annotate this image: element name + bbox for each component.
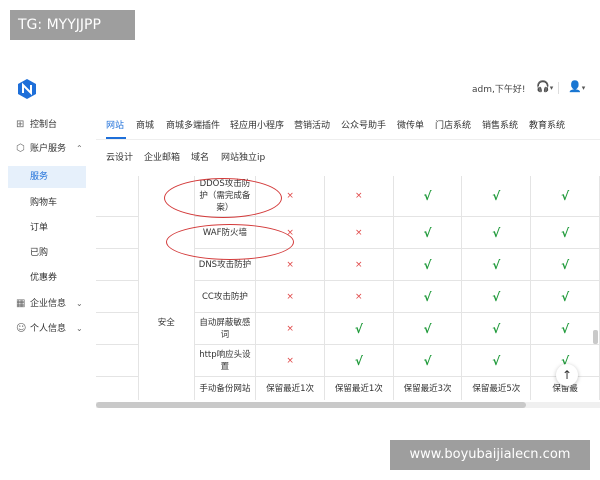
check-mark: √ bbox=[530, 248, 600, 281]
main-content: 网站 商城 商城多端插件 轻应用小程序 营销活动 公众号助手 微传单 门店系统 … bbox=[96, 110, 600, 410]
check-mark: √ bbox=[323, 344, 394, 377]
sidebar: ⊞ 控制台 ⬡ 账户服务 ⌃ 服务 购物车 订单 已购 优惠券 ▦ 企业信息 ⌄… bbox=[0, 114, 95, 410]
sidebar-subitem-cart[interactable]: 购物车 bbox=[8, 192, 86, 214]
user-icon[interactable]: 👤▾ bbox=[568, 80, 585, 93]
check-mark: √ bbox=[392, 344, 463, 377]
blank-cell bbox=[96, 376, 139, 400]
horizontal-scroll-thumb[interactable] bbox=[96, 402, 526, 408]
check-mark: √ bbox=[392, 216, 463, 249]
check-mark: √ bbox=[461, 248, 532, 281]
tab-mall-plugin[interactable]: 商城多端插件 bbox=[166, 118, 220, 131]
subtab-enterprise-mail[interactable]: 企业邮箱 bbox=[144, 150, 180, 163]
blank-cell bbox=[96, 280, 139, 313]
arrow-up-icon: ↑ bbox=[561, 368, 573, 382]
feature-cell: CC攻击防护 bbox=[193, 280, 257, 313]
blank-cell bbox=[96, 216, 139, 249]
vertical-scroll-thumb[interactable] bbox=[593, 330, 598, 344]
check-mark: √ bbox=[461, 280, 532, 313]
feature-cell: http响应头设置 bbox=[193, 344, 257, 377]
building-icon: ▦ bbox=[16, 298, 26, 309]
person-icon: ☺ bbox=[16, 323, 27, 334]
feature-cell: 自动屏蔽敏感词 bbox=[193, 312, 257, 345]
subtab-cloud-design[interactable]: 云设计 bbox=[106, 150, 133, 163]
check-mark: √ bbox=[461, 216, 532, 249]
sidebar-item-label: 账户服务 bbox=[30, 144, 67, 154]
check-mark: √ bbox=[530, 216, 600, 249]
sidebar-item-label: 企业信息 bbox=[30, 299, 67, 309]
active-tab-indicator bbox=[106, 137, 126, 139]
cross-mark: × bbox=[323, 248, 394, 281]
cross-mark: × bbox=[323, 176, 394, 217]
cross-mark: × bbox=[323, 280, 394, 313]
check-mark: √ bbox=[392, 312, 463, 345]
value-cell: 保留最近5次 bbox=[461, 376, 532, 400]
check-mark: √ bbox=[530, 280, 600, 313]
app-window: adm,下午好! 🎧▾ 👤▾ ⊞ 控制台 ⬡ 账户服务 ⌃ 服务 购物车 订单 … bbox=[0, 68, 600, 410]
feature-comparison-table: 安全 DDOS攻击防护（需完成备案） × × √ √ √ WAF防火墙 × × √ √ √ DNS攻击防护… bbox=[96, 176, 600, 400]
tab-website[interactable]: 网站 bbox=[106, 118, 124, 131]
check-mark: √ bbox=[461, 176, 532, 217]
blank-cell bbox=[96, 176, 139, 217]
value-cell: 保留最近1次 bbox=[255, 376, 325, 400]
watermark-top: TG: MYYJJPP bbox=[10, 10, 135, 40]
horizontal-scrollbar[interactable] bbox=[96, 402, 600, 408]
check-mark: √ bbox=[530, 176, 600, 217]
check-mark: √ bbox=[392, 176, 463, 217]
watermark-bottom: www.boyubaijialecn.com bbox=[390, 440, 590, 470]
product-tabs: 网站 商城 商城多端插件 轻应用小程序 营销活动 公众号助手 微传单 门店系统 … bbox=[96, 110, 600, 140]
value-cell: 保留最近1次 bbox=[323, 376, 394, 400]
back-to-top-button[interactable]: ↑ bbox=[556, 364, 578, 386]
sidebar-subitem-service[interactable]: 服务 bbox=[8, 166, 86, 188]
value-cell: 保留最近3次 bbox=[392, 376, 463, 400]
headset-icon[interactable]: 🎧▾ bbox=[536, 80, 553, 93]
tab-sales-system[interactable]: 销售系统 bbox=[482, 118, 518, 131]
sidebar-subitem-orders[interactable]: 订单 bbox=[8, 217, 86, 239]
tab-education-system[interactable]: 教育系统 bbox=[529, 118, 565, 131]
comparison-table: 安全 DDOS攻击防护（需完成备案） × × √ √ √ WAF防火墙 × × √ √ √ DNS攻击防护… bbox=[96, 176, 600, 400]
sidebar-item-label: 控制台 bbox=[30, 120, 58, 130]
sidebar-item-company-info[interactable]: ▦ 企业信息 ⌄ bbox=[0, 293, 95, 315]
box-icon: ⬡ bbox=[16, 143, 25, 154]
sidebar-item-dashboard[interactable]: ⊞ 控制台 bbox=[0, 114, 95, 136]
tab-store-system[interactable]: 门店系统 bbox=[435, 118, 471, 131]
tab-mini-program[interactable]: 轻应用小程序 bbox=[230, 118, 284, 131]
subtab-website-ip[interactable]: 网站独立ip bbox=[221, 150, 265, 163]
dashboard-icon: ⊞ bbox=[16, 119, 25, 130]
top-header: adm,下午好! 🎧▾ 👤▾ bbox=[0, 68, 600, 110]
cross-mark: × bbox=[255, 344, 325, 377]
sidebar-subitem-purchased[interactable]: 已购 bbox=[8, 242, 86, 264]
tab-official-account[interactable]: 公众号助手 bbox=[341, 118, 386, 131]
tab-mall[interactable]: 商城 bbox=[136, 118, 154, 131]
vertical-scrollbar[interactable] bbox=[593, 210, 598, 400]
check-mark: √ bbox=[392, 248, 463, 281]
feature-cell: 手动备份网站 bbox=[193, 376, 257, 400]
sub-tabs: 云设计 企业邮箱 域名 网站独立ip bbox=[96, 140, 600, 168]
sidebar-item-personal-info[interactable]: ☺ 个人信息 ⌄ bbox=[0, 318, 95, 340]
cross-mark: × bbox=[255, 312, 325, 345]
blank-cell bbox=[96, 248, 139, 281]
cross-mark: × bbox=[255, 280, 325, 313]
logo-icon bbox=[18, 79, 36, 99]
chevron-down-icon: ⌄ bbox=[76, 299, 83, 308]
sidebar-item-account-service[interactable]: ⬡ 账户服务 ⌃ bbox=[0, 138, 95, 160]
annotation-ellipse-ddos bbox=[164, 178, 282, 218]
check-mark: √ bbox=[392, 280, 463, 313]
tab-marketing[interactable]: 营销活动 bbox=[294, 118, 330, 131]
greeting-text: adm,下午好! bbox=[472, 85, 526, 95]
blank-cell bbox=[96, 312, 139, 345]
check-mark: √ bbox=[461, 312, 532, 345]
cross-mark: × bbox=[323, 216, 394, 249]
subtab-domain[interactable]: 域名 bbox=[191, 150, 209, 163]
annotation-ellipse-waf bbox=[166, 224, 294, 260]
chevron-up-icon: ⌃ bbox=[76, 144, 83, 153]
blank-cell bbox=[96, 344, 139, 377]
check-mark: √ bbox=[323, 312, 394, 345]
sidebar-item-label: 个人信息 bbox=[30, 324, 67, 334]
check-mark: √ bbox=[530, 312, 600, 345]
header-divider bbox=[558, 82, 559, 94]
sidebar-subitem-coupons[interactable]: 优惠券 bbox=[8, 267, 86, 289]
check-mark: √ bbox=[461, 344, 532, 377]
chevron-down-icon: ⌄ bbox=[76, 324, 83, 333]
tab-flyer[interactable]: 微传单 bbox=[397, 118, 424, 131]
